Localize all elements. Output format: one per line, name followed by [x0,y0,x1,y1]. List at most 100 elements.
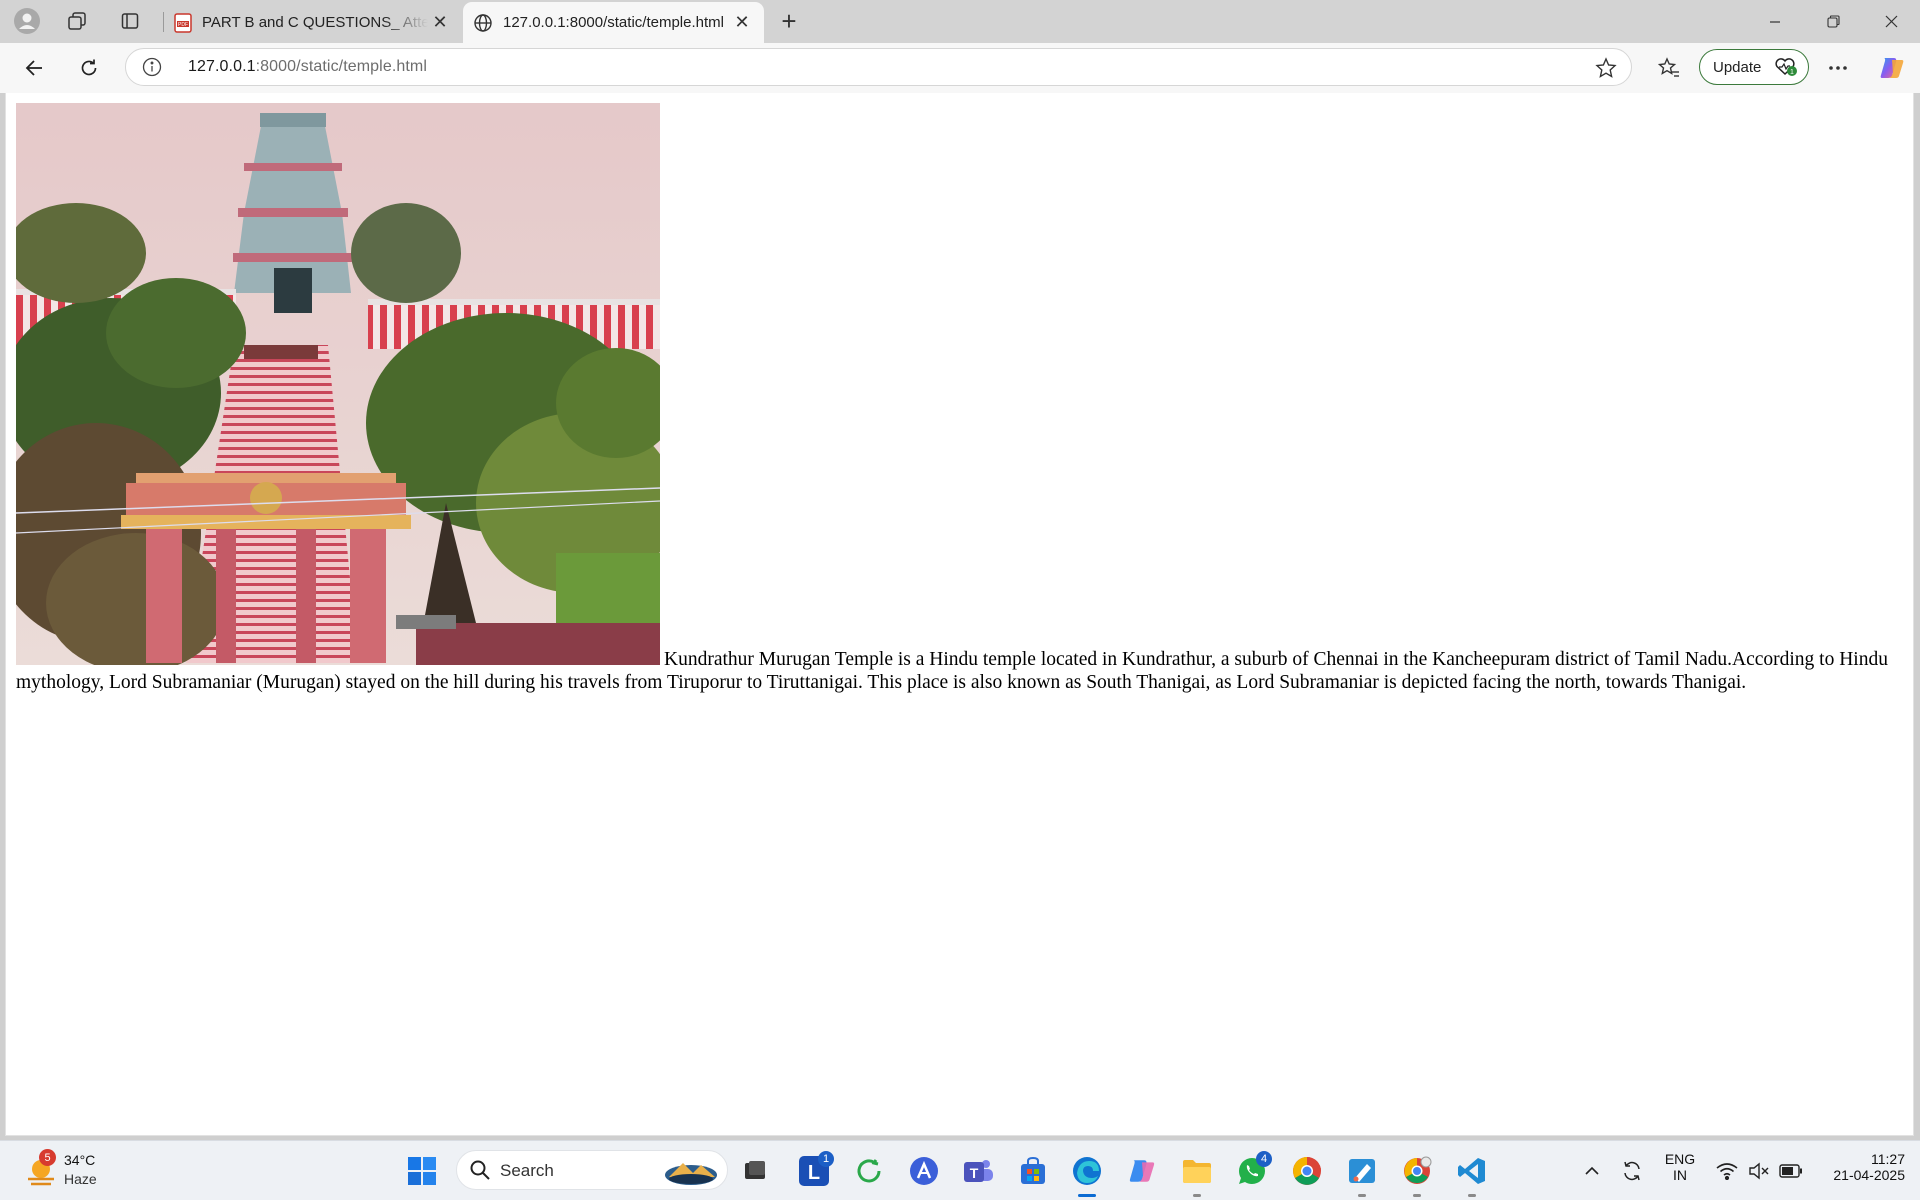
clock[interactable]: 11:27 21-04-2025 [1815,1151,1905,1183]
show-hidden-icons-button[interactable] [1572,1150,1612,1192]
vscode-icon [1458,1158,1485,1184]
running-indicator [1413,1194,1421,1197]
edge-icon [1073,1157,1101,1185]
copilot-icon [1129,1160,1155,1182]
search-icon [470,1160,490,1180]
active-indicator [1078,1194,1096,1197]
windows-logo-icon [408,1157,436,1185]
tab-title: PART B and C QUESTIONS_ Attem [202,14,428,31]
taskbar-teams[interactable]: T [957,1150,999,1192]
battery-icon [1779,1164,1802,1178]
language-code: ENG [1664,1151,1696,1167]
taskbar-file-explorer[interactable] [1176,1150,1218,1197]
favorite-star-icon[interactable] [1595,57,1617,79]
close-icon [1885,15,1897,28]
temple-image [16,103,660,665]
restore-icon [1826,15,1840,28]
taskbar-edge[interactable] [1066,1150,1108,1197]
input-language-indicator[interactable]: ENG IN [1654,1151,1706,1183]
settings-more-button[interactable] [1820,50,1856,86]
copilot-button[interactable] [1874,50,1910,86]
store-bag-icon [1021,1156,1045,1184]
plus-icon: + [781,5,797,36]
page-viewport: Kundrathur Murugan Temple is a Hindu tem… [5,93,1914,1136]
clock-time: 11:27 [1871,1151,1905,1167]
arc-app-icon [910,1157,938,1185]
chevron-up-icon [1585,1166,1599,1175]
more-dots-icon [1829,66,1847,70]
search-highlight-image [665,1163,717,1185]
tab-actions-icon [121,13,139,29]
taskbar-store[interactable] [1012,1150,1054,1192]
running-indicator [1468,1194,1476,1197]
new-tab-button[interactable]: + [772,5,806,37]
weather-widget[interactable]: 5 34°C Haze [20,1149,120,1193]
taskbar-chrome[interactable] [1286,1150,1328,1192]
update-button[interactable]: Update 1 [1699,49,1809,85]
update-label: Update [1713,58,1762,76]
start-button[interactable] [401,1150,443,1192]
info-icon[interactable] [142,57,162,77]
globe-icon [474,13,492,32]
url-path: :8000/static/temple.html [255,58,428,75]
back-arrow-icon [25,60,42,76]
taskbar-search[interactable]: Search [456,1150,728,1190]
region-code: IN [1673,1167,1687,1183]
pdf-icon: PDF [174,12,192,33]
taskbar-copilot[interactable] [1121,1150,1163,1192]
address-bar[interactable]: 127.0.0.1:8000/static/temple.html [125,48,1632,86]
svg-text:L: L [808,1162,820,1184]
minimize-icon [1770,20,1780,23]
close-window-button[interactable] [1862,0,1920,43]
restore-button[interactable] [1804,0,1862,43]
folder-icon [1183,1160,1211,1183]
speaker-muted-icon [1749,1162,1769,1180]
minimize-button[interactable] [1746,0,1804,43]
weather-alert-badge: 5 [39,1149,56,1166]
favorites-icon [1658,57,1679,77]
weather-temperature: 34°C [64,1152,96,1168]
close-tab-icon[interactable]: ✕ [730,11,754,35]
taskbar-arc-app[interactable] [903,1150,945,1192]
svg-text:T: T [970,1165,979,1181]
taskbar-vscode[interactable] [1451,1150,1493,1197]
tab-pdf[interactable]: PDF PART B and C QUESTIONS_ Attem ✕ [164,2,462,43]
back-button[interactable] [16,50,52,86]
notification-badge: 4 [1256,1151,1272,1167]
taskbar-lens-app[interactable]: L 1 [793,1150,835,1192]
tab-title: 127.0.0.1:8000/static/temple.html [503,14,724,31]
taskbar-chrome-profile[interactable] [1396,1150,1438,1197]
taskbar-paint[interactable] [1341,1150,1383,1197]
copilot-icon [1880,58,1904,78]
close-tab-icon[interactable]: ✕ [428,11,452,35]
sync-icon [1624,1161,1640,1181]
workspaces-icon [68,12,86,30]
search-placeholder: Search [500,1161,554,1180]
favorites-button[interactable] [1651,50,1687,86]
chrome-icon [1293,1157,1321,1185]
quick-settings-button[interactable] [1706,1150,1816,1192]
taskbar-task-view[interactable] [734,1150,776,1192]
taskbar-whatsapp[interactable]: 4 [1231,1150,1273,1192]
tab-strip: PDF PART B and C QUESTIONS_ Attem ✕ 127.… [0,0,1920,43]
wifi-icon [1716,1163,1738,1180]
clock-date: 21-04-2025 [1833,1167,1905,1183]
taskbar-refresh-app[interactable] [848,1150,890,1192]
heart-health-icon: 1 [1775,58,1797,76]
running-indicator [1193,1194,1201,1197]
url-text[interactable]: 127.0.0.1:8000/static/temple.html [188,58,427,76]
svg-text:PDF: PDF [178,22,188,28]
sync-status-button[interactable] [1612,1150,1652,1192]
url-host: 127.0.0.1 [188,58,256,75]
teams-icon: T [964,1160,993,1182]
circular-sync-app-icon [857,1159,881,1183]
workspaces-button[interactable] [60,5,94,37]
refresh-button[interactable] [71,50,107,86]
refresh-icon [81,59,97,76]
svg-text:1: 1 [1790,69,1794,76]
profile-button[interactable] [10,5,44,37]
paint-icon [1349,1159,1375,1183]
tab-actions-button[interactable] [113,5,147,37]
windows-taskbar: 5 34°C Haze Search L 1 T 4 ENG IN 11:27 … [0,1140,1920,1200]
tab-temple[interactable]: 127.0.0.1:8000/static/temple.html ✕ [463,2,764,43]
